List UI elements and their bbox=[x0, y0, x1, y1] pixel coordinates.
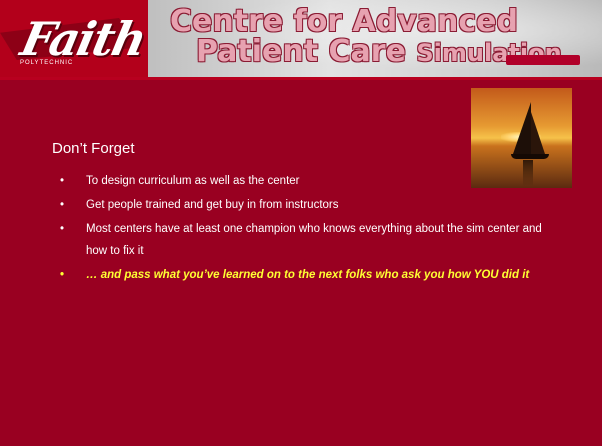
bullet-item: • Get people trained and get buy in from … bbox=[52, 194, 562, 216]
bullet-icon: • bbox=[60, 199, 65, 211]
bullet-item: • Most centers have at least one champion… bbox=[52, 218, 562, 262]
bullet-text: Get people trained and get buy in from i… bbox=[86, 199, 339, 211]
bullet-icon: • bbox=[60, 223, 65, 235]
bullet-icon: • bbox=[60, 175, 65, 187]
banner-tag bbox=[506, 55, 580, 65]
banner-divider bbox=[0, 77, 602, 80]
bullet-item-highlight: • … and pass what you’ve learned on to th… bbox=[52, 264, 562, 286]
banner-header: Faith POLYTECHNIC Centre for Advanced Pa… bbox=[0, 0, 602, 77]
logo-text: Faith bbox=[16, 12, 150, 66]
bullet-icon: • bbox=[60, 269, 65, 281]
banner-title-line2-main: Patient Care bbox=[196, 34, 417, 69]
bullet-list: • To design curriculum as well as the cen… bbox=[52, 170, 562, 288]
bullet-text: To design curriculum as well as the cent… bbox=[86, 175, 300, 187]
sailboat-icon bbox=[513, 102, 531, 154]
slide-title: Don’t Forget bbox=[52, 140, 135, 157]
boat-hull bbox=[511, 154, 549, 159]
sail-jib bbox=[531, 112, 545, 154]
slide: Faith POLYTECHNIC Centre for Advanced Pa… bbox=[0, 0, 602, 446]
bullet-text: Most centers have at least one champion … bbox=[86, 223, 542, 257]
bullet-item: • To design curriculum as well as the cen… bbox=[52, 170, 562, 192]
bullet-text: … and pass what you’ve learned on to the… bbox=[86, 269, 530, 281]
institution-logo: Faith POLYTECHNIC bbox=[0, 0, 150, 77]
logo-subtext: POLYTECHNIC bbox=[20, 60, 74, 66]
